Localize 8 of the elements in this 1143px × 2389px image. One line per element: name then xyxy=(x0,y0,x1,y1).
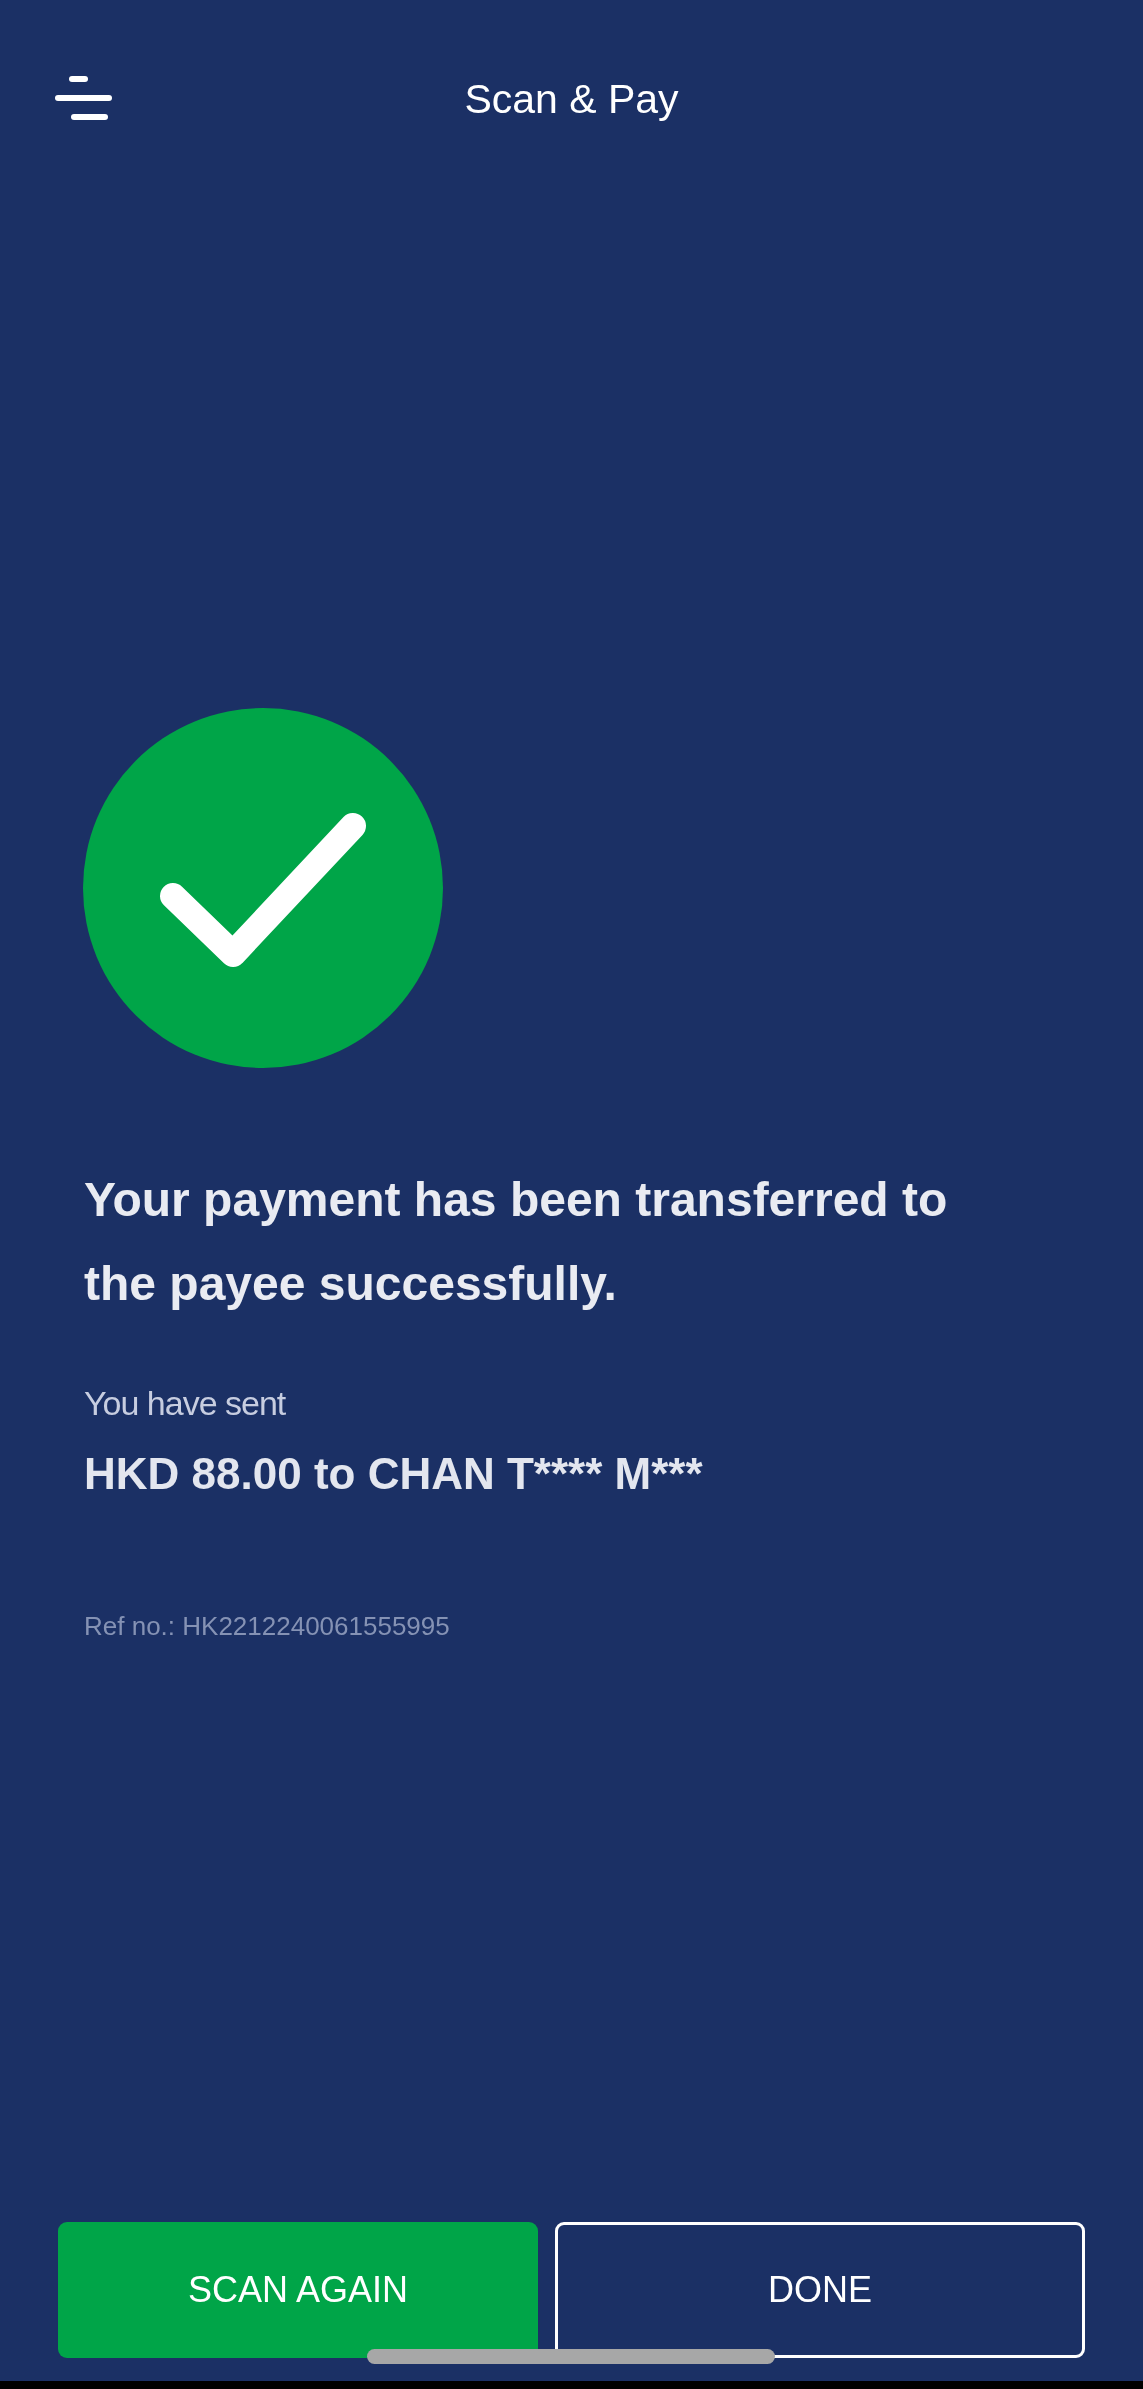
success-message: Your payment has been transferred to the payee successfully. xyxy=(84,1172,949,1312)
menu-icon[interactable] xyxy=(55,75,112,122)
screen-title: Scan & Pay xyxy=(464,75,679,125)
reference-number: Ref no.: HK2212240061555995 xyxy=(84,1610,451,1643)
sent-amount: HKD 88.00 to CHAN T**** M*** xyxy=(84,1448,704,1500)
sent-label: You have sent xyxy=(84,1383,287,1424)
success-check-icon xyxy=(83,708,443,1068)
done-button[interactable]: DONE xyxy=(555,2222,1085,2358)
